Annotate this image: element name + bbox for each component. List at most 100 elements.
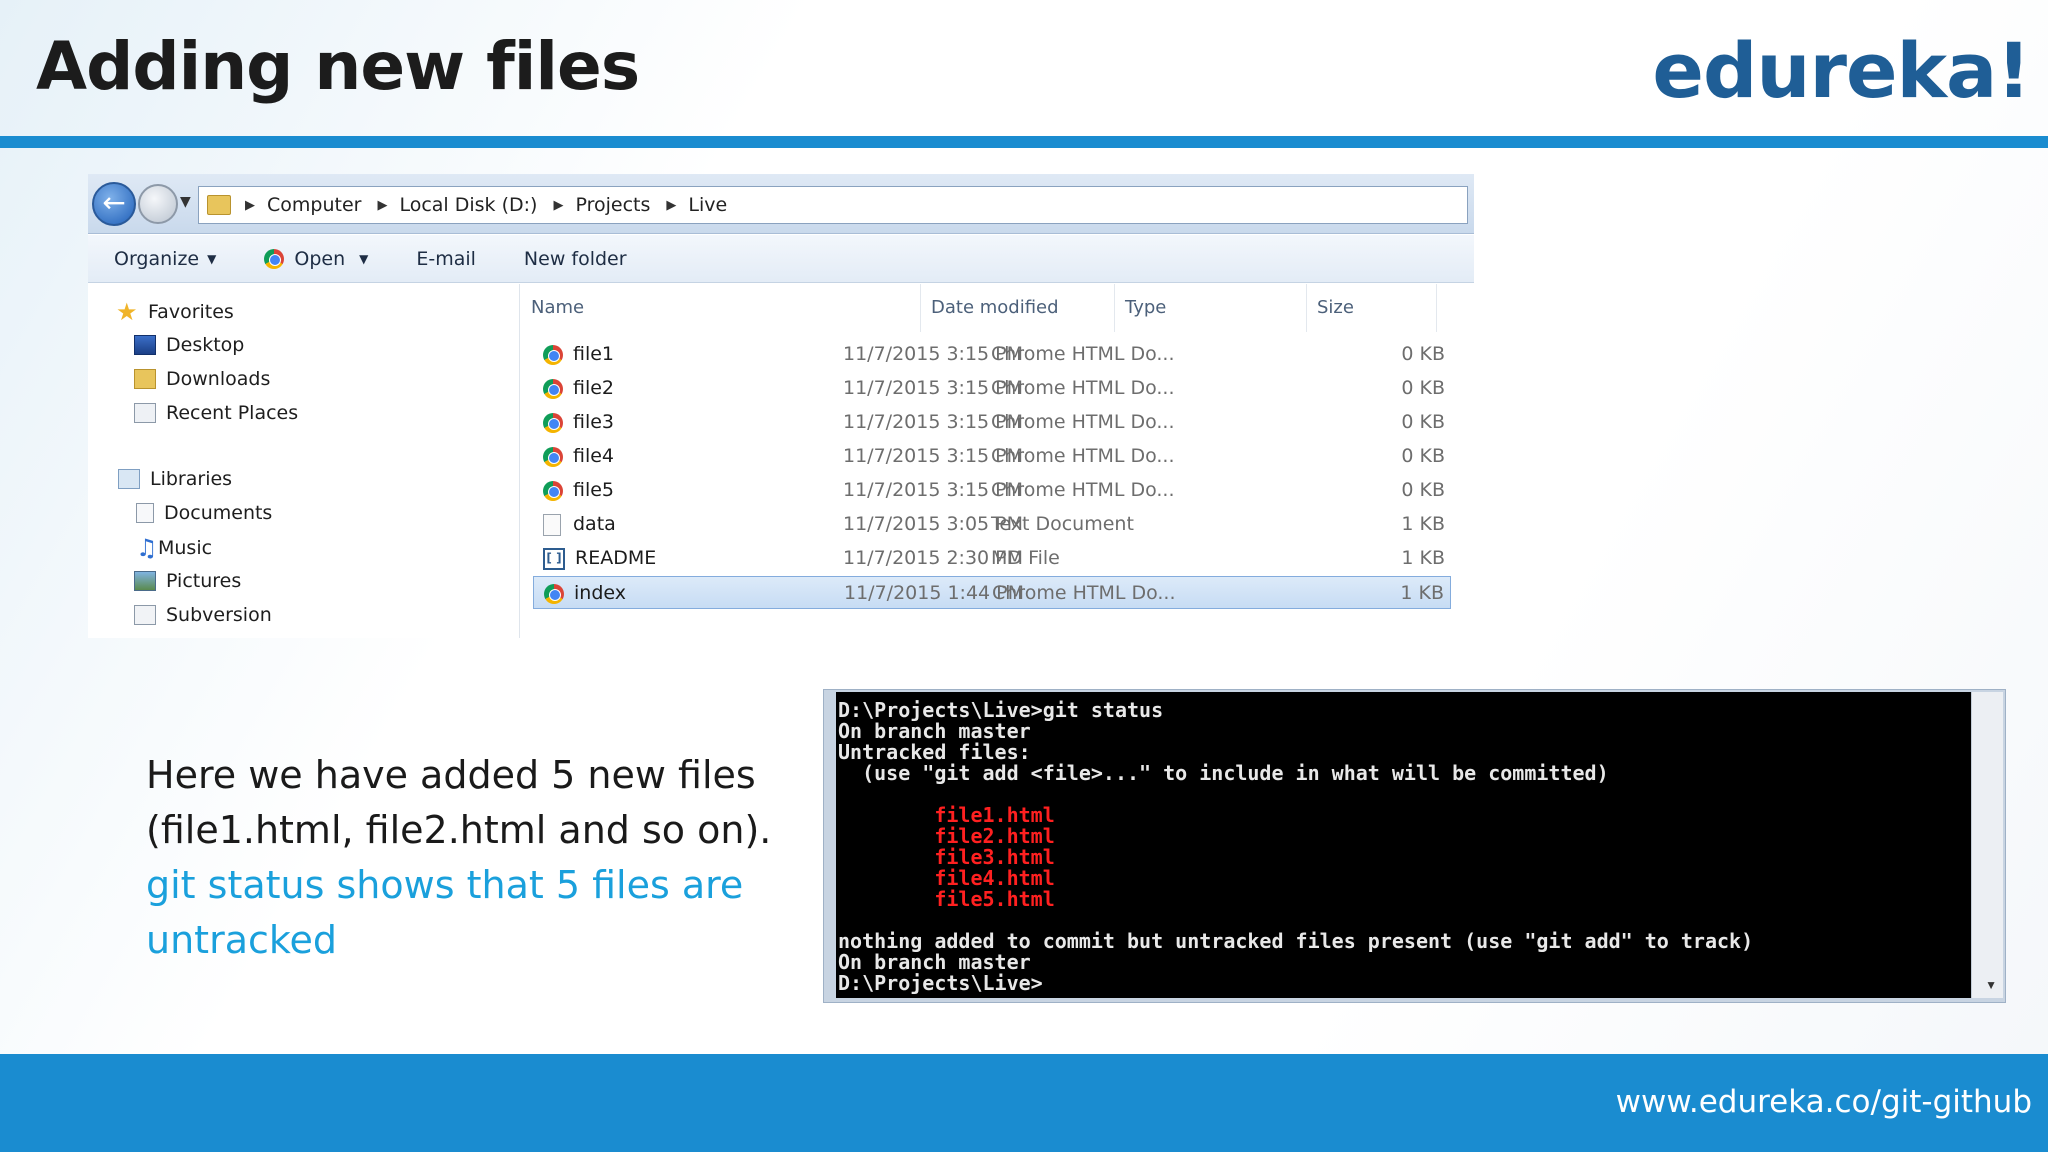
scroll-down-arrow-icon[interactable]: ▼ bbox=[1985, 978, 1997, 992]
column-header-name[interactable]: Name bbox=[521, 284, 921, 332]
file-name: README bbox=[575, 547, 657, 569]
breadcrumb-separator-icon[interactable]: ▶ bbox=[377, 198, 387, 213]
breadcrumb-separator-icon[interactable]: ▶ bbox=[666, 198, 676, 213]
chrome-icon bbox=[543, 412, 563, 433]
console-line: Untracked files: bbox=[838, 740, 1031, 764]
downloads-folder-icon bbox=[134, 369, 156, 389]
breadcrumb-separator-icon[interactable]: ▶ bbox=[245, 198, 255, 213]
console-untracked-file: file4.html bbox=[838, 866, 1055, 890]
slide-title: Adding new files bbox=[36, 28, 640, 105]
organize-button[interactable]: Organize ▼ bbox=[114, 248, 216, 270]
file-row[interactable]: file3 11/7/2015 3:15 PM Chrome HTML Do..… bbox=[533, 406, 1451, 439]
file-row[interactable]: file2 11/7/2015 3:15 PM Chrome HTML Do..… bbox=[533, 372, 1451, 405]
chrome-icon bbox=[543, 480, 563, 501]
file-type: Chrome HTML Do... bbox=[991, 411, 1175, 433]
file-row[interactable]: file5 11/7/2015 3:15 PM Chrome HTML Do..… bbox=[533, 474, 1451, 507]
explorer-toolbar: Organize ▼ Open ▼ E-mail New folder bbox=[88, 235, 1474, 283]
nav-label: Recent Places bbox=[166, 402, 299, 424]
console-line: On branch master bbox=[838, 719, 1031, 743]
breadcrumb-live[interactable]: Live bbox=[688, 194, 727, 216]
header-rule bbox=[0, 136, 2048, 148]
nav-item-libraries[interactable]: Libraries bbox=[118, 468, 232, 490]
file-size: 0 KB bbox=[1401, 343, 1445, 365]
navigation-pane: ★ Favorites Desktop Downloads Recent Pla… bbox=[88, 284, 520, 638]
column-header-date-modified[interactable]: Date modified bbox=[921, 284, 1115, 332]
column-header-size[interactable]: Size bbox=[1307, 284, 1437, 332]
description-highlight: git status shows that 5 files are untrac… bbox=[146, 863, 744, 962]
file-size: 0 KB bbox=[1401, 479, 1445, 501]
new-folder-button[interactable]: New folder bbox=[524, 248, 627, 270]
open-label: Open bbox=[294, 247, 346, 270]
console-scrollbar[interactable]: ▼ bbox=[1971, 692, 2003, 998]
star-icon: ★ bbox=[116, 298, 138, 326]
text-file-icon bbox=[543, 513, 561, 536]
file-size: 0 KB bbox=[1401, 377, 1445, 399]
nav-label: Libraries bbox=[150, 468, 233, 490]
file-name: file1 bbox=[573, 343, 615, 365]
nav-item-music[interactable]: ♫ Music bbox=[136, 536, 212, 560]
breadcrumb-separator-icon[interactable]: ▶ bbox=[553, 198, 563, 213]
file-size: 1 KB bbox=[1401, 547, 1445, 569]
nav-label: Subversion bbox=[166, 604, 272, 626]
console-untracked-file: file5.html bbox=[838, 887, 1055, 911]
nav-item-favorites[interactable]: ★ Favorites bbox=[116, 300, 234, 324]
breadcrumb-projects[interactable]: Projects bbox=[575, 194, 650, 216]
file-type: Chrome HTML Do... bbox=[991, 377, 1175, 399]
nav-item-documents[interactable]: Documents bbox=[136, 502, 272, 524]
file-size: 1 KB bbox=[1401, 513, 1445, 535]
back-arrow-icon[interactable]: ← bbox=[92, 182, 136, 226]
nav-item-subversion[interactable]: Subversion bbox=[134, 604, 272, 626]
console-untracked-file: file3.html bbox=[838, 845, 1055, 869]
nav-item-downloads[interactable]: Downloads bbox=[134, 368, 270, 390]
nav-item-pictures[interactable]: Pictures bbox=[134, 570, 241, 592]
file-size: 0 KB bbox=[1401, 445, 1445, 467]
description-line: Here we have added 5 new files (file1.ht… bbox=[146, 753, 772, 852]
chrome-icon bbox=[264, 248, 285, 269]
console-line: D:\Projects\Live>git status bbox=[838, 698, 1164, 722]
nav-label: Music bbox=[158, 537, 213, 559]
file-row[interactable]: data 11/7/2015 3:05 PM Text Document 1 K… bbox=[533, 508, 1451, 541]
file-row-selected[interactable]: index 11/7/2015 1:44 PM Chrome HTML Do..… bbox=[533, 576, 1451, 609]
file-name: file3 bbox=[573, 411, 615, 433]
recent-pages-dropdown-icon[interactable]: ▼ bbox=[180, 194, 191, 210]
open-button[interactable]: Open ▼ bbox=[264, 248, 368, 270]
address-field[interactable]: ▶ Computer ▶ Local Disk (D:) ▶ Projects … bbox=[198, 186, 1468, 224]
breadcrumb-computer[interactable]: Computer bbox=[267, 194, 361, 216]
column-header-type[interactable]: Type bbox=[1115, 284, 1307, 332]
file-name: file5 bbox=[573, 479, 615, 501]
console-line: nothing added to commit but untracked fi… bbox=[838, 929, 1754, 953]
file-type: Chrome HTML Do... bbox=[991, 479, 1175, 501]
chevron-down-icon: ▼ bbox=[359, 251, 369, 266]
pictures-icon bbox=[134, 571, 156, 591]
nav-label: Documents bbox=[164, 502, 273, 524]
slide-description: Here we have added 5 new files (file1.ht… bbox=[146, 748, 786, 968]
footer-bar: www.edureka.co/git-github bbox=[0, 1054, 2048, 1152]
forward-arrow-icon[interactable] bbox=[138, 184, 178, 224]
music-note-icon: ♫ bbox=[136, 534, 158, 562]
file-name: file2 bbox=[573, 377, 615, 399]
file-row[interactable]: [ ] README 11/7/2015 2:30 PM MD File 1 KB bbox=[533, 542, 1451, 575]
file-name: index bbox=[574, 582, 626, 604]
desktop-icon bbox=[134, 335, 156, 355]
edureka-logo: edureka! bbox=[1652, 26, 2031, 115]
folder-icon bbox=[207, 195, 231, 215]
file-type: Chrome HTML Do... bbox=[991, 445, 1175, 467]
nav-item-desktop[interactable]: Desktop bbox=[134, 334, 244, 356]
md-file-icon: [ ] bbox=[543, 547, 565, 570]
file-size: 0 KB bbox=[1401, 411, 1445, 433]
file-name: file4 bbox=[573, 445, 615, 467]
nav-item-recent-places[interactable]: Recent Places bbox=[134, 402, 298, 424]
nav-label: Downloads bbox=[166, 368, 271, 390]
file-row[interactable]: file1 11/7/2015 3:15 PM Chrome HTML Do..… bbox=[533, 338, 1451, 371]
console-output[interactable]: D:\Projects\Live>git status On branch mas… bbox=[836, 692, 1972, 998]
email-button[interactable]: E-mail bbox=[416, 248, 476, 270]
chevron-down-icon: ▼ bbox=[207, 251, 217, 266]
address-bar: ← ▼ ▶ Computer ▶ Local Disk (D:) ▶ Proje… bbox=[88, 174, 1474, 234]
nav-label: Favorites bbox=[148, 301, 234, 323]
chrome-icon bbox=[543, 446, 563, 467]
file-row[interactable]: file4 11/7/2015 3:15 PM Chrome HTML Do..… bbox=[533, 440, 1451, 473]
explorer-window: ← ▼ ▶ Computer ▶ Local Disk (D:) ▶ Proje… bbox=[88, 174, 1474, 638]
breadcrumb-local-disk[interactable]: Local Disk (D:) bbox=[399, 194, 537, 216]
